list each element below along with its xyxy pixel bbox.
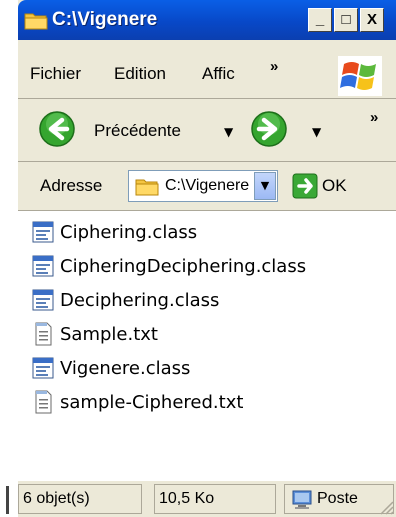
go-button[interactable]: OK [288, 170, 378, 202]
file-name: Sample.txt [60, 323, 158, 345]
title-bar[interactable]: C:\Vigenere _ □ X [18, 0, 396, 40]
list-item[interactable]: CipheringDeciphering.class [32, 249, 306, 283]
file-name: CipheringDeciphering.class [60, 255, 307, 277]
status-object-count: 6 objet(s) [18, 484, 142, 514]
maximize-button[interactable]: □ [334, 8, 358, 32]
menu-fichier[interactable]: Fichier [30, 64, 81, 84]
back-dropdown-icon[interactable]: ▼ [224, 125, 233, 139]
file-name: sample-Ciphered.txt [60, 391, 244, 413]
status-zone-label: Poste [317, 490, 358, 507]
class-file-icon [32, 289, 54, 311]
list-item[interactable]: Ciphering.class [32, 215, 197, 249]
class-file-icon [32, 357, 54, 379]
folder-icon [135, 179, 159, 196]
menu-affichage[interactable]: Affic [202, 64, 235, 84]
address-dropdown-icon[interactable]: ▼ [254, 172, 276, 200]
text-file-icon [35, 390, 52, 414]
window-title: C:\Vigenere [52, 9, 158, 30]
forward-arrow-icon [251, 111, 287, 147]
back-label: Précédente [94, 121, 181, 140]
class-file-icon [32, 221, 54, 243]
file-list: Ciphering.class CipheringDeciphering.cla… [18, 211, 396, 481]
address-input[interactable]: C:\Vigenere ▼ [128, 170, 278, 202]
menu-more-chevron-icon[interactable]: » [270, 58, 278, 75]
list-item[interactable]: sample-Ciphered.txt [32, 385, 243, 419]
status-bar: 6 objet(s) 10,5 Ko Poste [18, 481, 396, 517]
go-label: OK [322, 176, 347, 195]
left-margin [0, 0, 18, 517]
class-file-icon [32, 255, 54, 277]
file-name: Ciphering.class [60, 221, 198, 243]
nav-toolbar: Précédente ▼ ▼ » [18, 99, 396, 162]
status-size: 10,5 Ko [154, 484, 276, 514]
close-button[interactable]: X [360, 8, 384, 32]
file-name: Vigenere.class [60, 357, 191, 379]
address-label: Adresse [40, 176, 103, 195]
text-file-icon [35, 322, 52, 346]
computer-icon [292, 490, 312, 509]
explorer-window: C:\Vigenere _ □ X Fichier Edition Affic … [18, 0, 396, 517]
toolbar-more-chevron-icon[interactable]: » [370, 109, 378, 126]
back-button[interactable]: Précédente ▼ [38, 109, 248, 151]
list-item[interactable]: Sample.txt [32, 317, 158, 351]
go-arrow-icon [292, 173, 318, 199]
folder-icon [24, 13, 48, 30]
address-value: C:\Vigenere [165, 177, 250, 194]
back-arrow-icon [39, 111, 75, 147]
windows-logo-icon [338, 56, 382, 96]
list-item[interactable]: Deciphering.class [32, 283, 219, 317]
forward-button[interactable]: ▼ [250, 109, 340, 151]
menu-edition[interactable]: Edition [114, 64, 166, 84]
file-name: Deciphering.class [60, 289, 220, 311]
edge-mark [6, 486, 9, 514]
list-item[interactable]: Vigenere.class [32, 351, 190, 385]
address-bar: Adresse C:\Vigenere ▼ OK [18, 162, 396, 211]
resize-grip-icon[interactable] [378, 499, 394, 515]
forward-dropdown-icon[interactable]: ▼ [312, 125, 321, 139]
minimize-button[interactable]: _ [308, 8, 332, 32]
